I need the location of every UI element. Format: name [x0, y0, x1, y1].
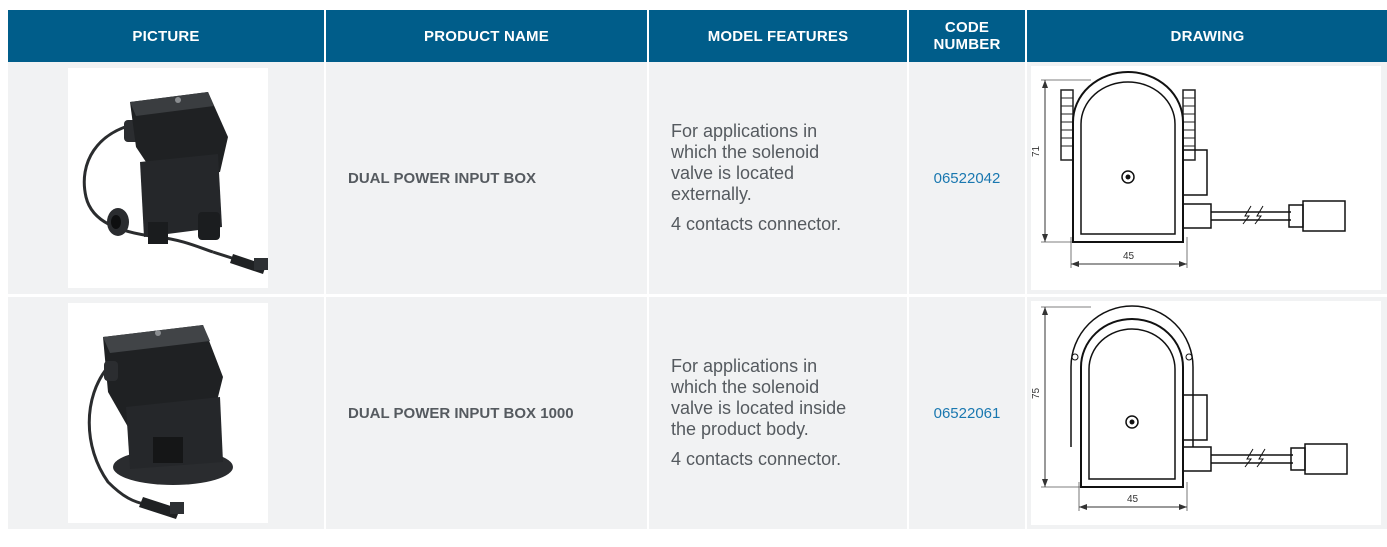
product-photo [68, 303, 268, 523]
table-row: DUAL POWER INPUT BOX 1000 For applicatio… [8, 295, 1387, 532]
features-note: 4 contacts connector. [671, 449, 842, 469]
picture-cell [8, 62, 326, 297]
code-number-cell[interactable]: 06522061 [908, 295, 1027, 532]
header-code-line1: CODE [944, 19, 990, 36]
dimension-height: 75 [1031, 387, 1042, 399]
header-row: PICTURE PRODUCT NAME MODEL FEATURES CODE… [8, 10, 1387, 62]
dimension-width: 45 [1123, 251, 1135, 262]
picture-cell [8, 295, 326, 532]
dimension-height: 71 [1031, 145, 1042, 157]
product-name-cell: DUAL POWER INPUT BOX [325, 62, 649, 297]
header-model-features: MODEL FEATURES [648, 10, 909, 62]
drawing-cell: 71 45 [1026, 62, 1387, 297]
product-photo [68, 68, 268, 288]
header-drawing: DRAWING [1026, 10, 1387, 62]
header-picture: PICTURE [8, 10, 326, 62]
features-text: For applications in [671, 356, 818, 376]
table-row: DUAL POWER INPUT BOX For applications in… [8, 62, 1387, 297]
dimension-width: 45 [1127, 494, 1139, 505]
features-note: 4 contacts connector. [671, 214, 842, 234]
features-text: which the solenoid [671, 142, 820, 162]
technical-drawing: 71 45 [1031, 66, 1381, 290]
header-product-name: PRODUCT NAME [325, 10, 649, 62]
features-text: valve is located [671, 163, 795, 183]
features-text: For applications in [671, 121, 818, 141]
features-text: which the solenoid [671, 377, 820, 397]
features-text: the product body. [671, 419, 809, 439]
features-text: externally. [671, 184, 752, 204]
header-code-number: CODE NUMBER [908, 10, 1027, 62]
features-cell: For applications in which the solenoid v… [648, 62, 909, 297]
drawing-cell: 75 45 [1026, 295, 1387, 532]
header-code-line2: NUMBER [933, 36, 1001, 53]
product-name-cell: DUAL POWER INPUT BOX 1000 [325, 295, 649, 532]
features-text: valve is located inside [671, 398, 847, 418]
product-table: PICTURE PRODUCT NAME MODEL FEATURES CODE… [8, 10, 1387, 532]
features-cell: For applications in which the solenoid v… [648, 295, 909, 532]
technical-drawing: 75 45 [1031, 301, 1381, 525]
code-number-cell[interactable]: 06522042 [908, 62, 1027, 297]
